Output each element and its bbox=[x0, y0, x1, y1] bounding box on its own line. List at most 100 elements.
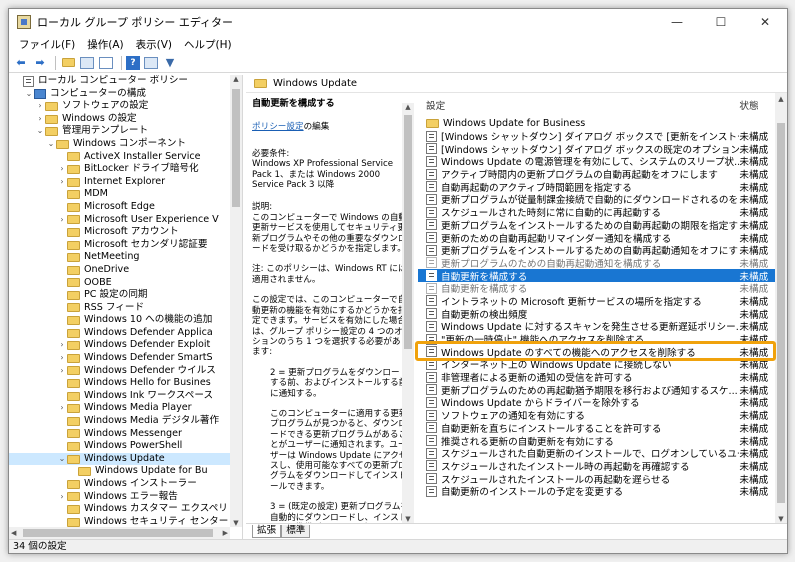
tree-horizontal-scrollbar[interactable]: ◀ ▶ bbox=[9, 527, 230, 539]
menu-file[interactable]: ファイル(F) bbox=[13, 37, 81, 52]
list-item[interactable]: 自動更新を構成する 未構成 bbox=[418, 282, 787, 295]
maximize-button[interactable]: ☐ bbox=[699, 9, 743, 35]
collapse-chevron-icon[interactable]: › bbox=[57, 163, 67, 176]
minimize-button[interactable]: — bbox=[655, 9, 699, 35]
scroll-down-icon[interactable]: ▼ bbox=[775, 515, 787, 523]
tree-item[interactable]: ⌄ Windows Update bbox=[9, 452, 230, 466]
properties-icon[interactable] bbox=[143, 55, 159, 71]
export-list-icon[interactable] bbox=[98, 55, 114, 71]
list-scrollbar[interactable]: ▲ ▼ bbox=[775, 93, 787, 523]
expand-chevron-icon[interactable]: ⌄ bbox=[57, 453, 67, 466]
list-item[interactable]: スケジュールされたインストールの再起動を遅らせる 未構成 bbox=[418, 472, 787, 486]
tree-item[interactable]: Windows Messenger bbox=[9, 428, 230, 441]
tree-item[interactable]: › BitLocker ドライブ暗号化 bbox=[9, 163, 230, 176]
tree-item[interactable]: › Windows Defender SmartS bbox=[9, 352, 230, 365]
scroll-down-icon[interactable]: ▼ bbox=[230, 519, 242, 527]
tree-item[interactable]: ローカル コンピューター ポリシー bbox=[9, 75, 230, 88]
tree-item[interactable]: › Windows エラー報告 bbox=[9, 491, 230, 504]
back-arrow-icon[interactable]: ⬅ bbox=[13, 55, 29, 71]
list-item[interactable]: 非管理者による更新の通知の受信を許可する 未構成 bbox=[418, 371, 787, 384]
tree-item[interactable]: ⌄ Windows コンポーネント bbox=[9, 138, 230, 151]
collapse-chevron-icon[interactable]: › bbox=[57, 365, 67, 378]
list-item[interactable]: Windows Update for Business bbox=[418, 117, 787, 130]
list-item[interactable]: 自動更新の検出頻度 未構成 bbox=[418, 307, 787, 321]
list-item[interactable]: インターネット上の Windows Update に接続しない 未構成 bbox=[418, 358, 787, 371]
scroll-left-icon[interactable]: ◀ bbox=[11, 527, 16, 539]
close-button[interactable]: ✕ bbox=[743, 9, 787, 35]
tree-item[interactable]: Windows Defender Applica bbox=[9, 327, 230, 340]
filter-icon[interactable]: ▼ bbox=[162, 55, 178, 71]
collapse-chevron-icon[interactable]: › bbox=[57, 491, 67, 504]
menu-help[interactable]: ヘルプ(H) bbox=[178, 37, 238, 52]
tree-item[interactable]: Windows Hello for Busines bbox=[9, 377, 230, 390]
tree-item[interactable]: NetMeeting bbox=[9, 251, 230, 264]
tree-item[interactable]: OneDrive bbox=[9, 264, 230, 277]
list-item[interactable]: Windows Update の電源管理を有効にして、システムのスリープ状...… bbox=[418, 155, 787, 168]
collapse-chevron-icon[interactable]: › bbox=[35, 113, 45, 126]
list-item[interactable]: [Windows シャットダウン] ダイアログ ボックスの既定のオプションを [… bbox=[418, 142, 787, 156]
list-item[interactable]: 自動更新を構成する 未構成 bbox=[418, 269, 787, 283]
tree-item[interactable]: › Microsoft User Experience V bbox=[9, 214, 230, 227]
collapse-chevron-icon[interactable]: › bbox=[57, 339, 67, 352]
description-scrollbar[interactable]: ▲ ▼ bbox=[402, 103, 414, 523]
scrollbar-thumb[interactable] bbox=[232, 89, 240, 207]
forward-arrow-icon[interactable]: ➡ bbox=[32, 55, 48, 71]
folder-up-icon[interactable] bbox=[60, 55, 76, 71]
column-header-setting[interactable]: 設定 bbox=[418, 98, 739, 112]
tree-item[interactable]: Windows インストーラー bbox=[9, 478, 230, 491]
tab-extended[interactable]: 拡張 bbox=[252, 525, 282, 538]
list-item[interactable]: 更新プログラムが従量制課金接続で自動的にダウンロードされるのを... 未構成 bbox=[418, 193, 787, 206]
collapse-chevron-icon[interactable]: › bbox=[35, 100, 45, 113]
scroll-up-icon[interactable]: ▲ bbox=[230, 75, 242, 83]
list-item[interactable]: アクティブ時間内の更新プログラムの自動再起動をオフにします 未構成 bbox=[418, 168, 787, 181]
list-item[interactable]: [Windows シャットダウン] ダイアログ ボックスで [更新をインストール… bbox=[418, 130, 787, 143]
tree-item[interactable]: PC 設定の同期 bbox=[9, 289, 230, 302]
collapse-chevron-icon[interactable]: › bbox=[57, 176, 67, 189]
show-hide-tree-icon[interactable] bbox=[79, 55, 95, 71]
expand-chevron-icon[interactable]: ⌄ bbox=[46, 138, 56, 151]
list-item[interactable]: 更新プログラムをインストールするための自動再起動の期限を指定する 未構成 bbox=[418, 219, 787, 232]
expand-chevron-icon[interactable]: ⌄ bbox=[24, 88, 34, 101]
tree-item[interactable]: OOBE bbox=[9, 277, 230, 290]
tree-item[interactable]: Microsoft アカウント bbox=[9, 226, 230, 239]
list-item[interactable]: "更新の一時停止" 機能へのアクセスを削除する 未構成 bbox=[418, 333, 787, 346]
list-item[interactable]: Windows Update に対するスキャンを発生させる更新遅延ポリシー...… bbox=[418, 320, 787, 333]
tree-item[interactable]: › Windows Media Player bbox=[9, 402, 230, 415]
tree-item[interactable]: Microsoft Edge bbox=[9, 201, 230, 214]
tree-item[interactable]: › Internet Explorer bbox=[9, 176, 230, 189]
collapse-chevron-icon[interactable]: › bbox=[57, 352, 67, 365]
list-item[interactable]: 自動更新のインストールの予定を変更する 未構成 bbox=[418, 485, 787, 498]
menu-view[interactable]: 表示(V) bbox=[130, 37, 178, 52]
list-item[interactable]: 更新プログラムをインストールするための自動再起動通知をオフにする 未構成 bbox=[418, 244, 787, 257]
edit-policy-link[interactable]: ポリシー設定 bbox=[252, 122, 304, 132]
tree-item[interactable]: MDM bbox=[9, 188, 230, 201]
scrollbar-thumb[interactable] bbox=[23, 529, 213, 537]
scroll-up-icon[interactable]: ▲ bbox=[775, 95, 787, 103]
tree-item[interactable]: ActiveX Installer Service bbox=[9, 151, 230, 164]
list-item[interactable]: ソフトウェアの通知を有効にする 未構成 bbox=[418, 409, 787, 422]
list-item[interactable]: イントラネットの Microsoft 更新サービスの場所を指定する 未構成 bbox=[418, 295, 787, 308]
list-item[interactable]: 更新プログラムのための自動再起動通知を構成する 未構成 bbox=[418, 257, 787, 270]
tree-item[interactable]: Windows 10 への機能の追加 bbox=[9, 314, 230, 327]
list-item[interactable]: 更新のための自動再起動リマインダー通知を構成する 未構成 bbox=[418, 231, 787, 245]
menu-action[interactable]: 操作(A) bbox=[81, 37, 129, 52]
list-item[interactable]: 更新プログラムのための再起動猶予期限を移行および通知するスケ... 未構成 bbox=[418, 383, 787, 397]
scroll-up-icon[interactable]: ▲ bbox=[402, 103, 414, 111]
expand-chevron-icon[interactable]: ⌄ bbox=[35, 125, 45, 138]
scrollbar-thumb[interactable] bbox=[777, 123, 785, 503]
list-item[interactable]: 自動再起動のアクティブ時間範囲を指定する 未構成 bbox=[418, 180, 787, 194]
tree-item[interactable]: › Windows Defender Exploit bbox=[9, 339, 230, 352]
tree-item[interactable]: Windows Media デジタル著作 bbox=[9, 415, 230, 428]
tree-item[interactable]: Windows カスタマー エクスペリ bbox=[9, 503, 230, 516]
collapse-chevron-icon[interactable]: › bbox=[57, 402, 67, 415]
tab-standard[interactable]: 標準 bbox=[281, 525, 311, 538]
list-item[interactable]: 自動更新を直ちにインストールすることを許可する 未構成 bbox=[418, 422, 787, 435]
tree-item[interactable]: Windows Update for Bu bbox=[9, 465, 230, 478]
scrollbar-thumb[interactable] bbox=[404, 115, 412, 349]
collapse-chevron-icon[interactable]: › bbox=[57, 214, 67, 227]
list-item[interactable]: スケジュールされた時刻に常に自動的に再起動する 未構成 bbox=[418, 206, 787, 219]
list-item[interactable]: Windows Update からドライバーを除外する 未構成 bbox=[418, 396, 787, 409]
list-item[interactable]: スケジュールされたインストール時の再起動を再確認する 未構成 bbox=[418, 460, 787, 473]
scroll-down-icon[interactable]: ▼ bbox=[402, 515, 414, 523]
scroll-right-icon[interactable]: ▶ bbox=[223, 527, 228, 539]
